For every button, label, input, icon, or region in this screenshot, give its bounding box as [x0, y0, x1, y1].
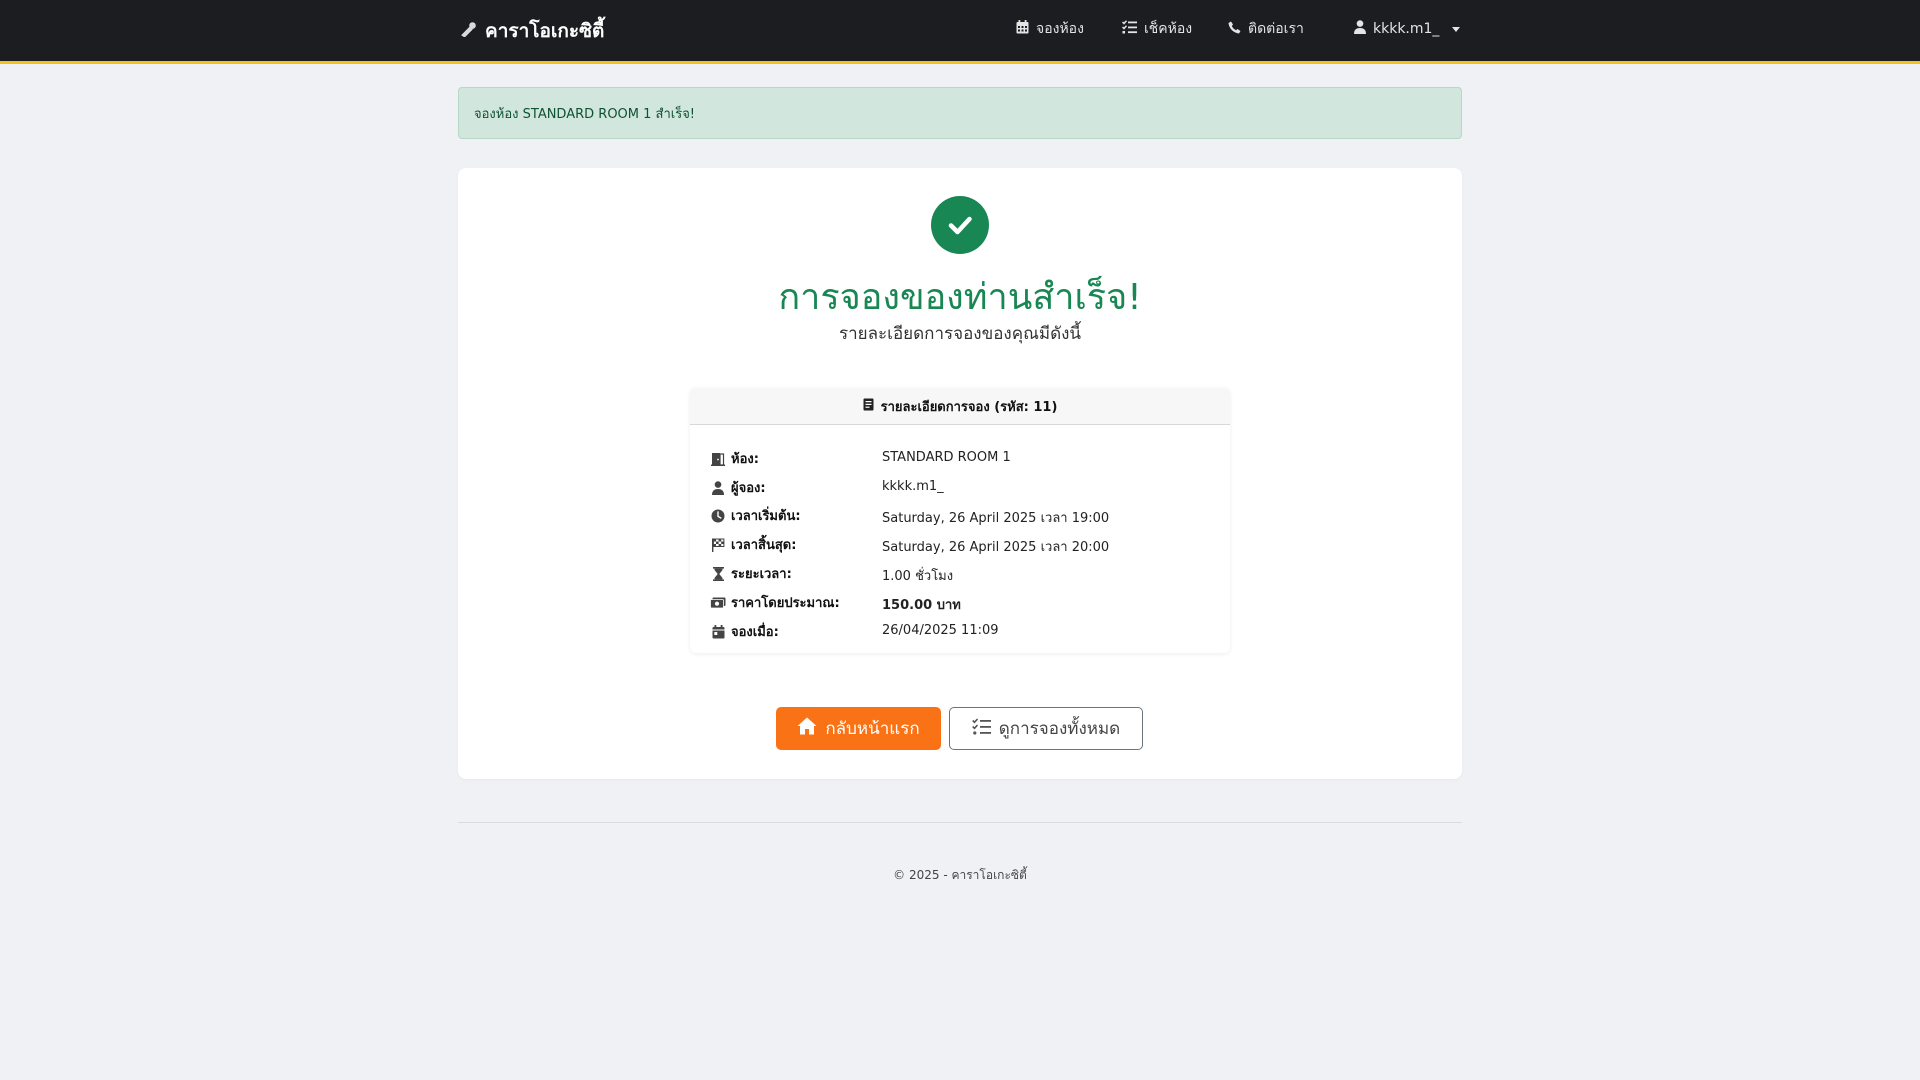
detail-value: STANDARD ROOM 1 — [882, 450, 1011, 465]
navbar: คาราโอเกะซิตี้ จองห้อง เช็คห้อง ติดต่อเร… — [0, 0, 1920, 64]
door-icon — [710, 452, 726, 466]
hourglass-icon — [710, 566, 726, 581]
back-home-button[interactable]: กลับหน้าแรก — [776, 707, 941, 750]
detail-label: เวลาสิ้นสุด: — [731, 538, 797, 553]
success-subtitle: รายละเอียดการจองของคุณมีดังนี้ — [838, 324, 1082, 344]
detail-label: ราคาโดยประมาณ: — [731, 596, 840, 611]
user-menu-toggle[interactable]: kkkk.m1_ — [1354, 18, 1461, 40]
detail-label: ผู้จอง: — [731, 481, 766, 496]
microphone-icon — [461, 20, 477, 42]
detail-label: ห้อง: — [731, 452, 759, 467]
brand-link[interactable]: คาราโอเกะซิตี้ — [461, 18, 604, 44]
receipt-icon — [863, 398, 874, 415]
chevron-down-icon — [1452, 26, 1461, 32]
booking-details-title: รายละเอียดการจอง (รหัส: 11) — [880, 399, 1058, 415]
calendar-icon — [1016, 20, 1029, 38]
detail-row-duration: ระยะเวลา: 1.00 ชั่วโมง — [710, 563, 1210, 584]
check-circle-icon — [931, 196, 989, 254]
phone-icon — [1228, 21, 1241, 38]
footer-divider — [458, 822, 1462, 823]
user-icon — [1354, 20, 1366, 38]
booking-details-header: รายละเอียดการจอง (รหัส: 11) — [690, 388, 1230, 425]
detail-label: ระยะเวลา: — [731, 567, 792, 582]
nav-contact[interactable]: ติดต่อเรา — [1228, 18, 1304, 40]
detail-value: Saturday, 26 April 2025 เวลา 19:00 — [882, 511, 1110, 526]
clock-icon — [710, 509, 726, 523]
confirmation-card: การจองของท่านสำเร็จ! รายละเอียดการจองของ… — [458, 168, 1462, 779]
detail-value: 26/04/2025 11:09 — [882, 623, 999, 638]
detail-value: kkkk.m1_ — [882, 479, 944, 494]
list-check-icon — [971, 717, 991, 740]
footer-copyright: © 2025 - คาราโอเกะซิตี้ — [893, 868, 1027, 882]
nav-booking[interactable]: จองห้อง — [1016, 18, 1084, 40]
detail-label: จองเมื่อ: — [731, 625, 779, 640]
calendar-day-icon — [710, 624, 726, 639]
flag-checkered-icon — [710, 538, 726, 552]
success-title: การจองของท่านสำเร็จ! — [778, 277, 1142, 318]
nav-contact-label: ติดต่อเรา — [1248, 21, 1304, 37]
detail-value: 150.00 บาท — [882, 598, 961, 613]
detail-row-room: ห้อง: STANDARD ROOM 1 — [710, 448, 1210, 468]
view-all-bookings-label: ดูการจองทั้งหมด — [998, 719, 1121, 739]
detail-value: 1.00 ชั่วโมง — [882, 569, 954, 584]
detail-row-end: เวลาสิ้นสุด: Saturday, 26 April 2025 เวล… — [710, 534, 1210, 555]
back-home-label: กลับหน้าแรก — [825, 719, 920, 739]
user-icon — [710, 480, 726, 495]
view-all-bookings-button[interactable]: ดูการจองทั้งหมด — [949, 707, 1143, 750]
user-menu-label: kkkk.m1_ — [1373, 21, 1440, 37]
detail-row-price: ราคาโดยประมาณ: 150.00 บาท — [710, 592, 1210, 613]
detail-label: เวลาเริ่มต้น: — [731, 509, 801, 524]
home-icon — [797, 717, 817, 740]
alert-text: จองห้อง STANDARD ROOM 1 สำเร็จ! — [474, 106, 696, 122]
list-check-icon — [1121, 20, 1137, 38]
detail-row-start: เวลาเริ่มต้น: Saturday, 26 April 2025 เว… — [710, 505, 1210, 526]
success-alert: จองห้อง STANDARD ROOM 1 สำเร็จ! — [458, 87, 1462, 139]
nav-check-room-label: เช็คห้อง — [1144, 21, 1193, 37]
detail-row-booked-at: จองเมื่อ: 26/04/2025 11:09 — [710, 621, 1210, 641]
nav-check-room[interactable]: เช็คห้อง — [1121, 18, 1193, 40]
brand-label: คาราโอเกะซิตี้ — [485, 20, 605, 42]
detail-value: Saturday, 26 April 2025 เวลา 20:00 — [882, 540, 1110, 555]
money-icon — [710, 597, 726, 609]
nav-booking-label: จองห้อง — [1036, 21, 1084, 37]
booking-details: รายละเอียดการจอง (รหัส: 11) ห้อง: STANDA… — [690, 388, 1230, 653]
detail-row-booker: ผู้จอง: kkkk.m1_ — [710, 477, 1210, 497]
